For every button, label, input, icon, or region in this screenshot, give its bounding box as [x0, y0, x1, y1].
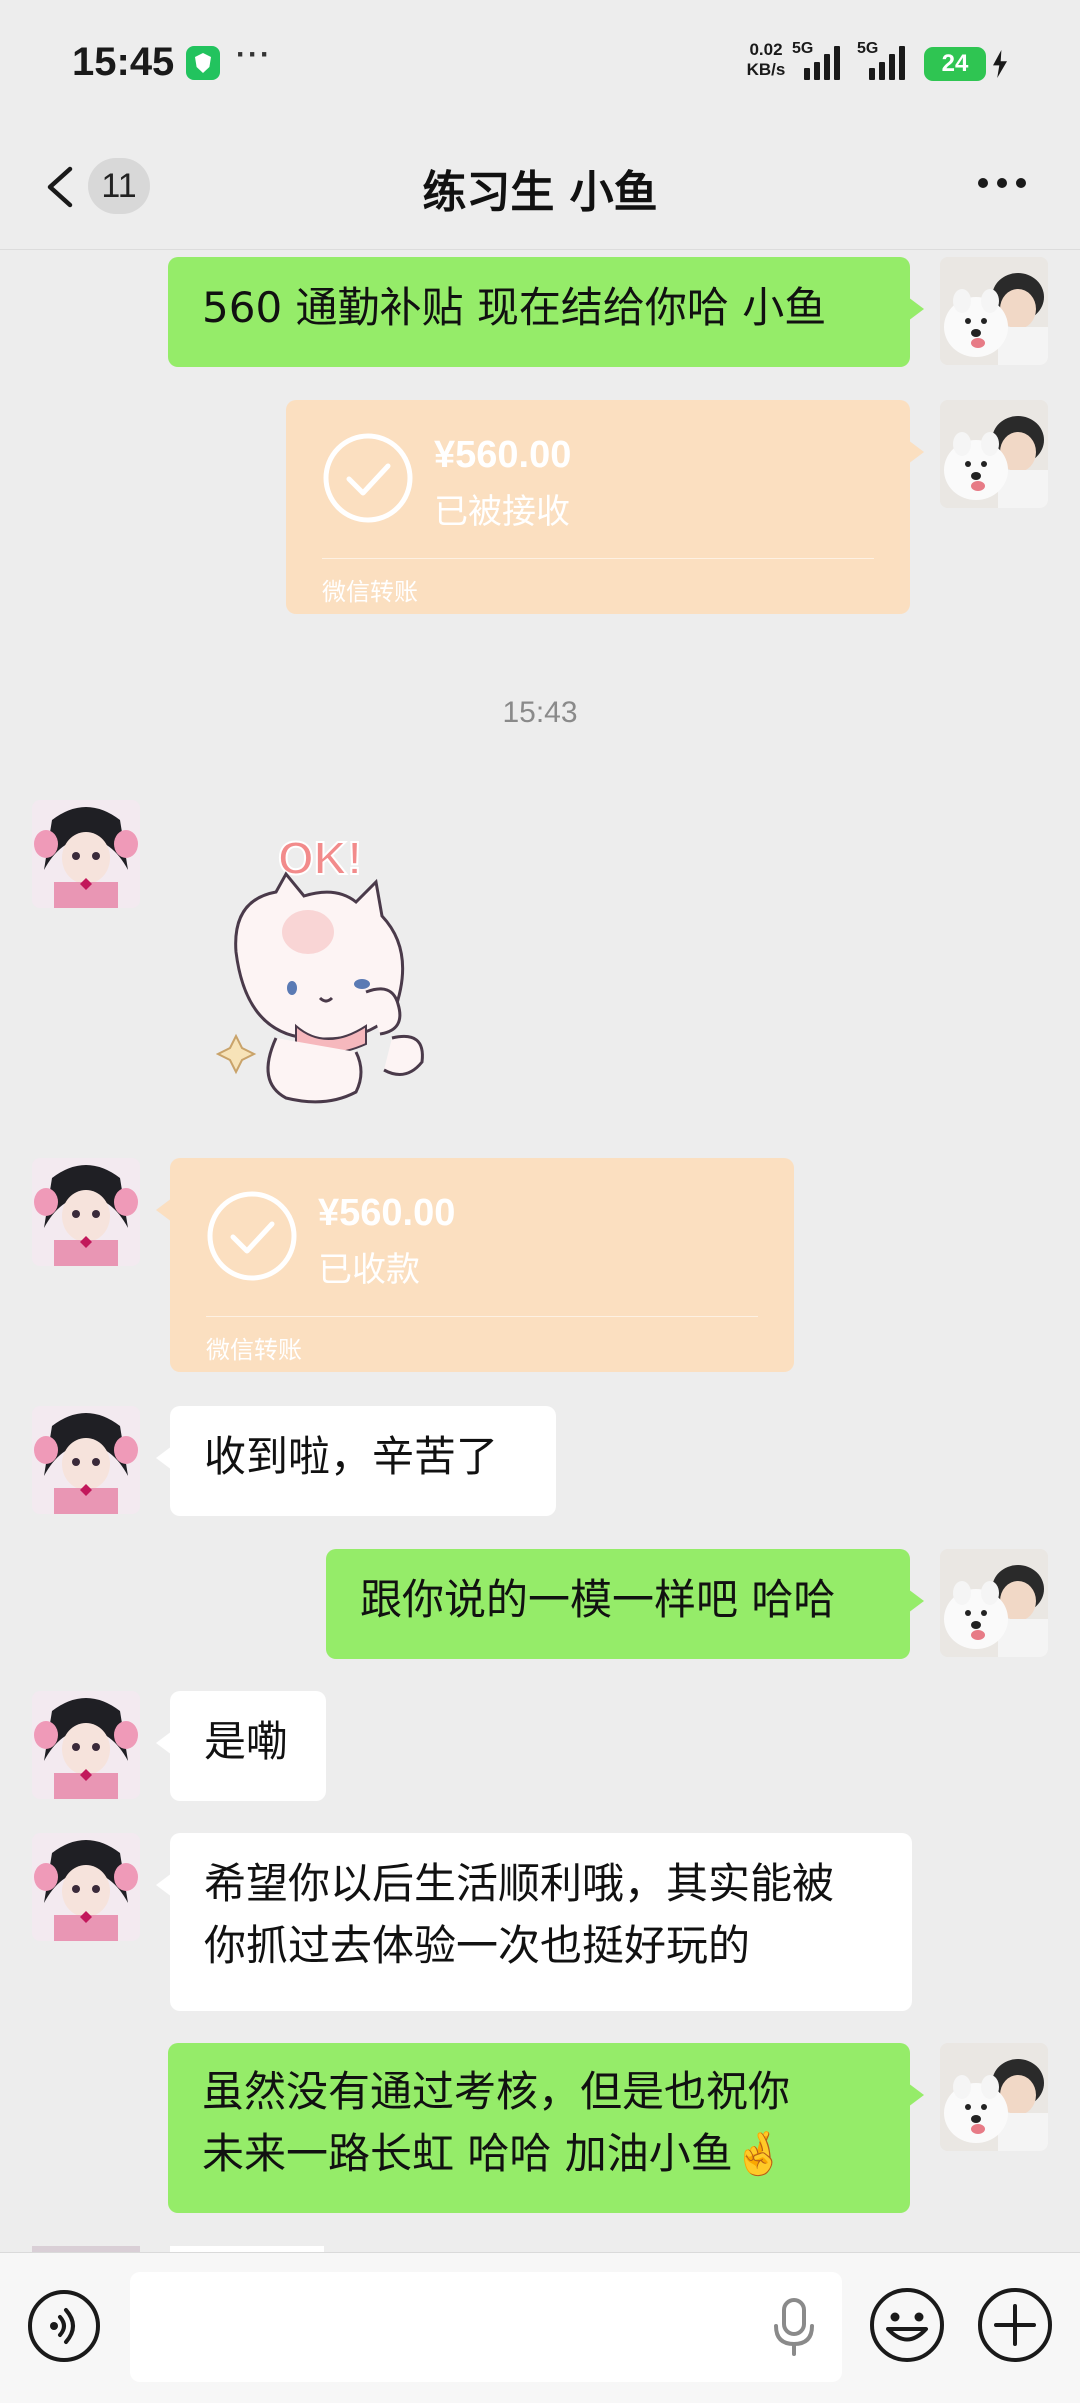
transfer-amount: ¥560.00 — [318, 1192, 456, 1234]
avatar-other[interactable] — [32, 1406, 140, 1514]
avatar-self[interactable] — [940, 2043, 1048, 2151]
microphone-icon[interactable] — [770, 2296, 818, 2358]
divider — [322, 558, 874, 559]
check-circle-icon — [323, 433, 413, 523]
status-bar: 15:45 ··· 0.02 KB/s 5G 5G 24 — [0, 0, 1080, 125]
transfer-footer: 微信转账 — [206, 1336, 302, 1364]
ok-cat-sticker[interactable]: OK! — [216, 812, 450, 1112]
message-text: 是嘞 — [204, 1717, 289, 1766]
message-input[interactable] — [130, 2272, 842, 2382]
avatar-other[interactable] — [32, 800, 140, 908]
message-text: 收到啦，辛苦了 — [204, 1432, 499, 1481]
chat-title: 练习生 小鱼 — [422, 167, 658, 218]
avatar-self[interactable] — [940, 400, 1048, 508]
message-text-line: 你抓过去体验一次也挺好玩的 — [204, 1921, 751, 1970]
transfer-status: 已被接收 — [434, 492, 570, 532]
check-circle-icon — [207, 1191, 297, 1281]
message-timestamp: 15:43 — [502, 696, 578, 729]
message-text-line: 希望你以后生活顺利哦，其实能被 — [204, 1859, 835, 1908]
transfer-card-sent[interactable]: ¥560.00 已被接收 微信转账 — [286, 400, 924, 614]
message-bubble-self[interactable]: 跟你说的一模一样吧 哈哈 — [326, 1549, 924, 1659]
divider — [206, 1316, 758, 1317]
avatar-other[interactable] — [32, 1691, 140, 1799]
message-bubble-other[interactable]: 是嘞 — [156, 1691, 326, 1801]
avatar-self[interactable] — [940, 1549, 1048, 1657]
avatar-other[interactable] — [32, 1158, 140, 1266]
transfer-footer: 微信转账 — [322, 578, 418, 606]
message-bubble-other[interactable]: 收到啦，辛苦了 — [156, 1406, 556, 1516]
transfer-status: 已收款 — [318, 1250, 420, 1290]
status-time: 15:45 — [72, 40, 175, 84]
network-speed-value: 0.02 — [749, 40, 783, 59]
plus-circle-icon[interactable] — [976, 2286, 1054, 2364]
voice-icon[interactable] — [26, 2288, 102, 2364]
signal-2-bars-icon — [857, 44, 909, 80]
message-bubble-self[interactable]: 虽然没有通过考核，但是也祝你 未来一路长虹 哈哈 加油小鱼🤞 — [168, 2043, 924, 2213]
crossed-fingers-emoji: 🤞 — [732, 2129, 785, 2178]
message-text-line: 虽然没有通过考核，但是也祝你 — [202, 2067, 791, 2116]
avatar-other[interactable] — [32, 1833, 140, 1941]
chevron-left-icon[interactable] — [42, 165, 78, 209]
transfer-amount: ¥560.00 — [434, 434, 572, 476]
message-text-line: 未来一路长虹 哈哈 加油小鱼🤞 — [202, 2129, 785, 2178]
battery-indicator: 24 — [924, 47, 986, 81]
avatar-self[interactable] — [940, 257, 1048, 365]
message-text: 560 通勤补贴 现在结给你哈 小鱼 — [202, 283, 827, 332]
signal-1-bars-icon — [792, 44, 844, 80]
shield-check-icon — [186, 46, 220, 80]
sticker-text: OK! — [278, 832, 362, 884]
emoji-icon[interactable] — [868, 2286, 946, 2364]
network-speed-unit: KB/s — [746, 60, 786, 79]
network-speed: 0.02 KB/s — [742, 40, 790, 80]
unread-count-badge[interactable]: 11 — [88, 158, 150, 214]
bolt-icon — [993, 50, 1007, 78]
status-more-indicator: ··· — [236, 38, 272, 71]
message-text: 跟你说的一模一样吧 哈哈 — [360, 1575, 836, 1624]
transfer-card-received[interactable]: ¥560.00 已收款 微信转账 — [156, 1158, 794, 1372]
more-horizontal-icon[interactable] — [972, 178, 1032, 192]
message-bubble-other[interactable]: 希望你以后生活顺利哦，其实能被 你抓过去体验一次也挺好玩的 — [156, 1833, 912, 2011]
message-bubble-self[interactable]: 560 通勤补贴 现在结给你哈 小鱼 — [168, 257, 924, 367]
